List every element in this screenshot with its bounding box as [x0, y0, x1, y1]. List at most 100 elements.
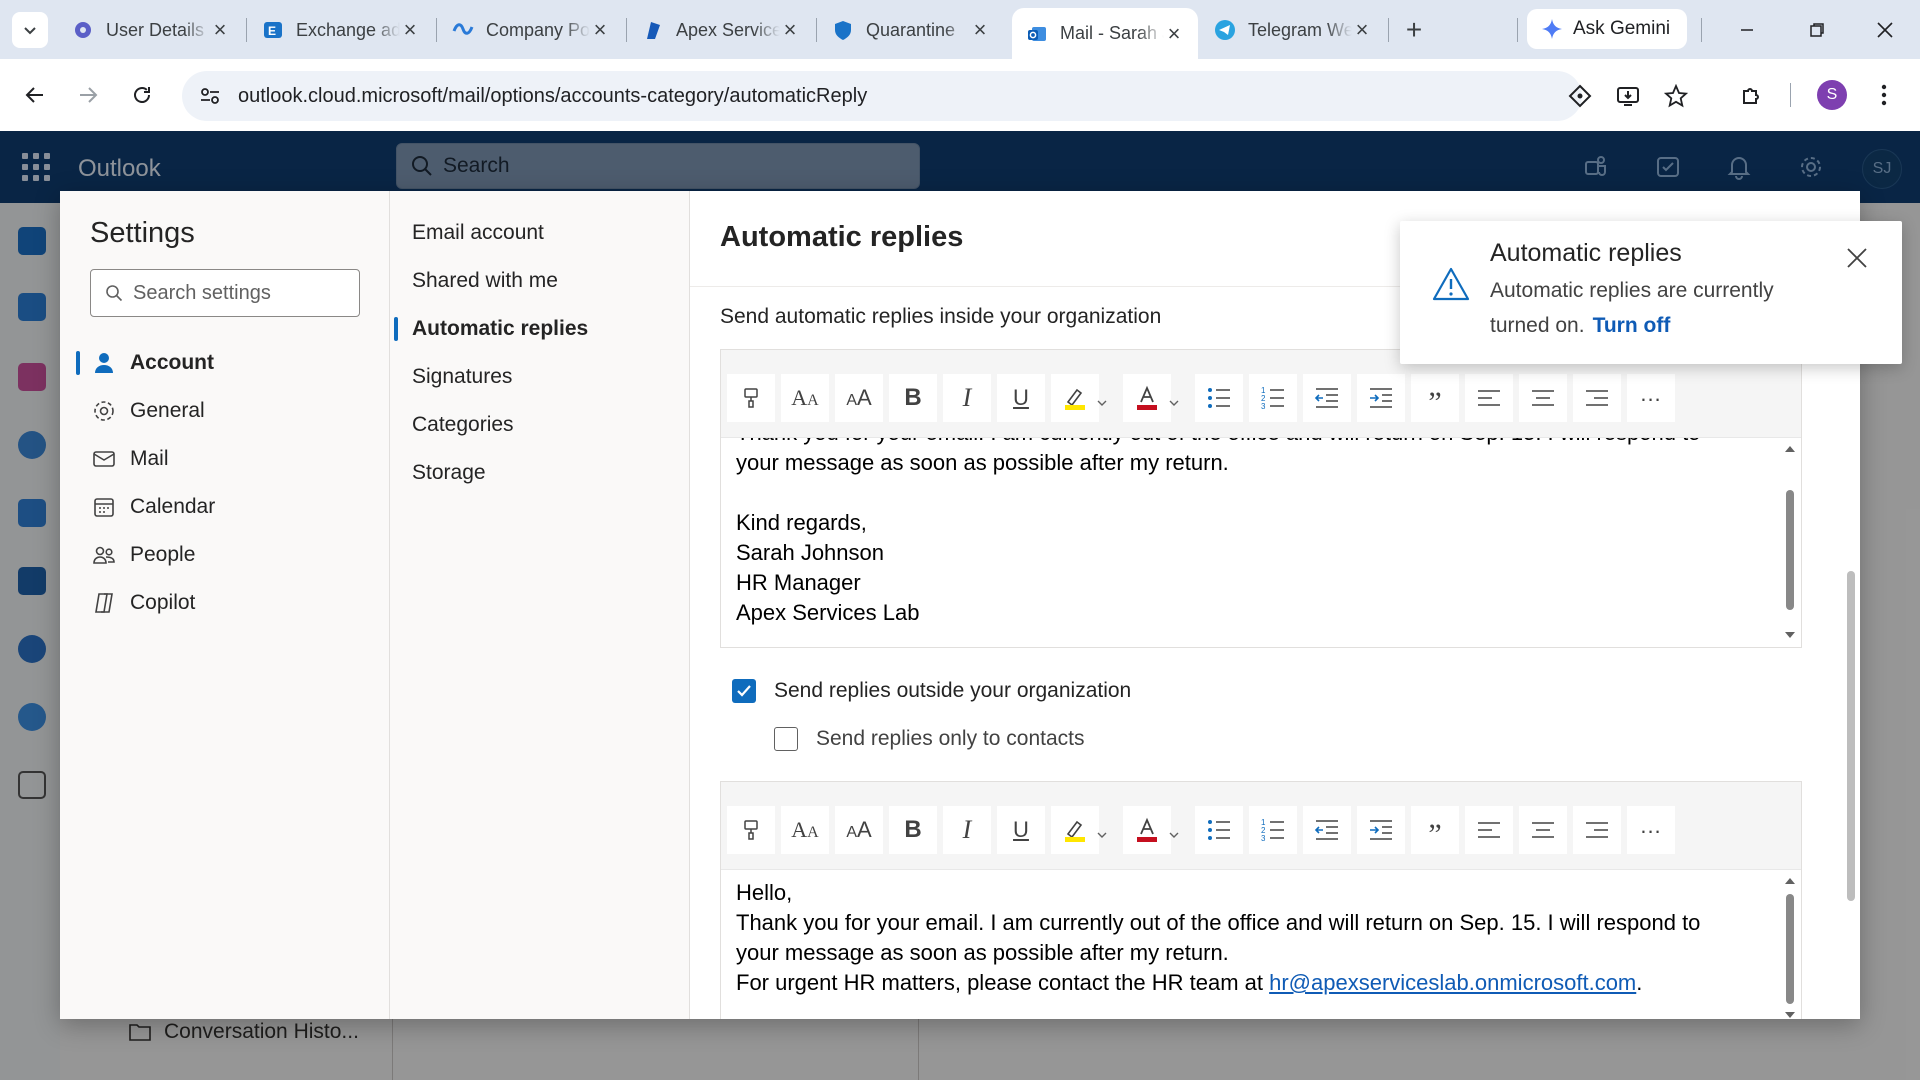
font-color-dropdown[interactable]	[1167, 828, 1181, 842]
browser-tab[interactable]: E Exchange admin center ×	[248, 8, 434, 52]
bold-button[interactable]: B	[889, 806, 937, 854]
font-button[interactable]: AA	[781, 806, 829, 854]
contacts-only-checkbox[interactable]	[774, 727, 798, 751]
more-options-button[interactable]: ...	[1627, 374, 1675, 422]
subcategory-signatures[interactable]: Signatures	[390, 355, 690, 399]
subcategory-email-account[interactable]: Email account	[390, 211, 690, 255]
underline-button[interactable]: U	[997, 806, 1045, 854]
inside-message-body[interactable]: Thank you for your email. I am currently…	[736, 438, 1766, 628]
font-color-dropdown[interactable]	[1167, 396, 1181, 410]
numbering-button[interactable]: 123	[1249, 374, 1297, 422]
profile-avatar[interactable]: S	[1817, 80, 1847, 110]
font-button[interactable]: AA	[781, 374, 829, 422]
close-notification-button[interactable]	[1840, 241, 1874, 275]
bold-button[interactable]: B	[889, 374, 937, 422]
browser-tab-active[interactable]: Mail - Sarah Johnson ×	[1012, 8, 1198, 59]
contacts-only-checkbox-row[interactable]: Send replies only to contacts	[774, 727, 1085, 751]
hr-email-link[interactable]: hr@apexserviceslab.onmicrosoft.com	[1269, 970, 1636, 995]
site-info-icon[interactable]	[198, 84, 222, 108]
category-account[interactable]: Account	[60, 341, 390, 385]
close-tab-icon[interactable]: ×	[1352, 17, 1372, 42]
subcategory-storage[interactable]: Storage	[390, 451, 690, 495]
close-tab-icon[interactable]: ×	[210, 17, 230, 42]
font-color-button[interactable]	[1123, 806, 1171, 854]
inside-editor-scrollbar[interactable]	[1785, 440, 1795, 645]
subcategory-categories[interactable]: Categories	[390, 403, 690, 447]
category-calendar[interactable]: Calendar	[60, 485, 390, 529]
browser-tab[interactable]: User Details ×	[58, 8, 244, 52]
new-tab-button[interactable]: +	[1396, 12, 1432, 48]
send-outside-checkbox-row[interactable]: Send replies outside your organization	[732, 679, 1131, 703]
highlight-button[interactable]	[1051, 806, 1099, 854]
scrollbar-thumb[interactable]	[1786, 490, 1794, 610]
category-general[interactable]: General	[60, 389, 390, 433]
align-center-button[interactable]	[1519, 374, 1567, 422]
italic-button[interactable]: I	[943, 374, 991, 422]
close-tab-icon[interactable]: ×	[780, 17, 800, 42]
bookmark-star-icon[interactable]	[1662, 82, 1690, 110]
subcategory-automatic-replies[interactable]: Automatic replies	[390, 307, 690, 351]
align-left-button[interactable]	[1465, 374, 1513, 422]
install-app-icon[interactable]	[1614, 82, 1642, 110]
bullets-button[interactable]	[1195, 374, 1243, 422]
format-painter-button[interactable]	[727, 374, 775, 422]
restore-button[interactable]	[1797, 10, 1837, 50]
browser-tab[interactable]: Apex Services ×	[628, 8, 814, 52]
scroll-down-icon[interactable]	[1785, 630, 1795, 640]
outside-message-body[interactable]: Hello, Thank you for your email. I am cu…	[736, 878, 1766, 998]
address-bar[interactable]: outlook.cloud.microsoft/mail/options/acc…	[182, 71, 1688, 121]
browser-tab[interactable]: Company Portal ×	[438, 8, 624, 52]
font-size-button[interactable]: AA	[835, 374, 883, 422]
italic-button[interactable]: I	[943, 806, 991, 854]
numbering-button[interactable]: 123	[1249, 806, 1297, 854]
scroll-up-icon[interactable]	[1785, 876, 1795, 886]
align-right-button[interactable]	[1573, 806, 1621, 854]
quote-button[interactable]: ”	[1411, 806, 1459, 854]
browser-tab[interactable]: Telegram Web ×	[1200, 8, 1386, 52]
font-size-button[interactable]: AA	[835, 806, 883, 854]
send-outside-checkbox[interactable]	[732, 679, 756, 703]
category-copilot[interactable]: Copilot	[60, 581, 390, 625]
scrollbar-thumb[interactable]	[1786, 894, 1794, 1004]
close-tab-icon[interactable]: ×	[590, 17, 610, 42]
quote-button[interactable]: ”	[1411, 374, 1459, 422]
inside-message-viewport[interactable]: Thank you for your email. I am currently…	[721, 438, 1801, 647]
highlight-dropdown[interactable]	[1095, 828, 1109, 842]
settings-pane-scrollbar[interactable]	[1847, 571, 1855, 901]
decrease-indent-button[interactable]	[1303, 374, 1351, 422]
settings-search-input[interactable]: Search settings	[90, 269, 360, 317]
scroll-up-icon[interactable]	[1785, 444, 1795, 454]
password-key-icon[interactable]	[1566, 82, 1594, 110]
close-window-button[interactable]	[1865, 10, 1905, 50]
bullets-button[interactable]	[1195, 806, 1243, 854]
format-painter-button[interactable]	[727, 806, 775, 854]
underline-button[interactable]: U	[997, 374, 1045, 422]
highlight-button[interactable]	[1051, 374, 1099, 422]
align-left-button[interactable]	[1465, 806, 1513, 854]
extensions-button[interactable]	[1732, 75, 1772, 115]
back-button[interactable]	[15, 75, 55, 115]
minimize-button[interactable]	[1727, 10, 1767, 50]
close-tab-icon[interactable]: ×	[970, 17, 990, 42]
outside-editor-scrollbar[interactable]	[1785, 872, 1795, 1019]
turn-off-link[interactable]: Turn off	[1593, 314, 1671, 337]
align-center-button[interactable]	[1519, 806, 1567, 854]
browser-tab[interactable]: Quarantine ×	[818, 8, 1004, 52]
forward-button[interactable]	[68, 75, 108, 115]
scroll-down-icon[interactable]	[1785, 1010, 1795, 1019]
browser-menu-button[interactable]	[1864, 75, 1904, 115]
font-color-button[interactable]	[1123, 374, 1171, 422]
increase-indent-button[interactable]	[1357, 374, 1405, 422]
increase-indent-button[interactable]	[1357, 806, 1405, 854]
close-tab-icon[interactable]: ×	[1164, 21, 1184, 46]
subcategory-shared-with-me[interactable]: Shared with me	[390, 259, 690, 303]
more-options-button[interactable]: ...	[1627, 806, 1675, 854]
highlight-dropdown[interactable]	[1095, 396, 1109, 410]
tab-search-button[interactable]	[12, 12, 48, 48]
ask-gemini-button[interactable]: Ask Gemini	[1527, 9, 1687, 49]
reload-button[interactable]	[122, 75, 162, 115]
category-mail[interactable]: Mail	[60, 437, 390, 481]
decrease-indent-button[interactable]	[1303, 806, 1351, 854]
close-tab-icon[interactable]: ×	[400, 17, 420, 42]
category-people[interactable]: People	[60, 533, 390, 577]
